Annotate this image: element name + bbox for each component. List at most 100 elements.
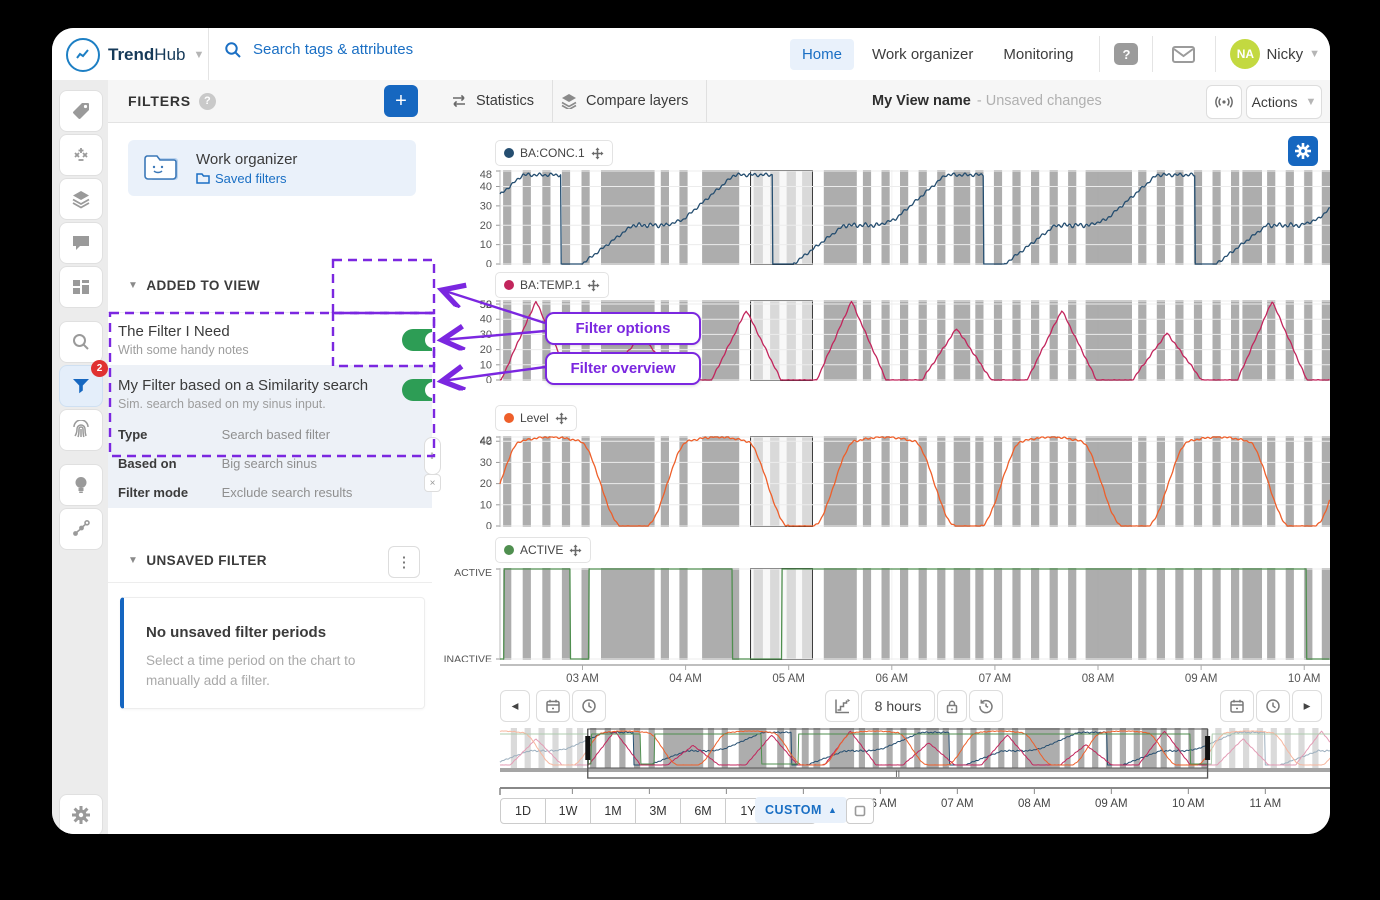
brand-caret-icon[interactable]: ▼ [193, 49, 204, 61]
user-avatar[interactable]: NA [1230, 39, 1260, 69]
chart-svg-level[interactable]: 42403020100 [432, 436, 1330, 529]
svg-text:04 AM: 04 AM [669, 673, 702, 685]
chart-svg-conc[interactable]: 48403020100 [432, 170, 1330, 267]
brush-grip[interactable]: II [895, 769, 900, 779]
filter-2-mode-row: Filter mode Exclude search results [118, 485, 352, 500]
move-icon[interactable] [569, 544, 582, 557]
unsaved-card-text: Select a time period on the chart to man… [146, 651, 402, 690]
expand-icon [854, 805, 866, 817]
tab-compare-layers[interactable]: Compare layers [542, 80, 707, 122]
added-to-view-section[interactable]: ▼ ADDED TO VIEW [128, 278, 260, 293]
range-1m[interactable]: 1M [590, 798, 636, 824]
section-divider [108, 582, 432, 583]
step-line-icon [834, 698, 851, 714]
lock-icon [945, 699, 959, 714]
work-organizer-card[interactable]: Work organizer Saved filters [128, 140, 416, 196]
actions-button[interactable]: Actions▼ [1246, 85, 1322, 119]
sidebar-item-dashboard[interactable] [59, 266, 103, 308]
panel-resize-handle[interactable]: ‖ [424, 437, 441, 475]
brush-handle-right[interactable] [1205, 736, 1210, 760]
pan-left-button[interactable]: ◂ [500, 690, 530, 722]
time-from-button[interactable] [572, 690, 606, 722]
sidebar-item-search[interactable] [59, 321, 103, 363]
expand-range-button[interactable] [846, 798, 874, 824]
range-1d[interactable]: 1D [500, 798, 546, 824]
nav-monitoring[interactable]: Monitoring [991, 39, 1085, 70]
sidebar-item-ideas[interactable] [59, 464, 103, 506]
filters-help-icon[interactable]: ? [199, 93, 216, 110]
idea-icon [71, 475, 91, 495]
move-icon[interactable] [555, 412, 568, 425]
calendar-from-button[interactable] [536, 690, 570, 722]
svg-text:10 AM: 10 AM [1172, 798, 1205, 810]
sidebar-item-settings[interactable] [59, 794, 103, 834]
messages-icon[interactable] [1171, 44, 1197, 64]
sidebar-item-filters[interactable]: 2 [59, 365, 103, 407]
time-to-button[interactable] [1256, 690, 1290, 722]
history-button[interactable] [969, 690, 1003, 722]
broadcast-button[interactable] [1206, 85, 1242, 119]
brush-handle-left[interactable] [585, 736, 590, 760]
global-search [224, 40, 555, 59]
filter-icon [71, 376, 91, 396]
legend-temp[interactable]: BA:TEMP.1 [495, 272, 609, 298]
calendar-to-button[interactable] [1220, 690, 1254, 722]
nav-home[interactable]: Home [790, 39, 854, 70]
filter-item-1[interactable]: The Filter I Need With some handy notes … [108, 312, 432, 366]
range-3m[interactable]: 3M [635, 798, 681, 824]
move-icon[interactable] [591, 147, 604, 160]
add-filter-button[interactable]: + [384, 85, 418, 117]
annotation-filter-overview: Filter overview [545, 352, 701, 385]
overview-svg[interactable]: II [432, 728, 1330, 786]
filter-2-subtitle: Sim. search based on my sinus input. [118, 397, 432, 411]
legend-dot-conc [504, 148, 514, 158]
sidebar-item-fingerprint[interactable] [59, 409, 103, 451]
actions-caret-icon: ▼ [1306, 96, 1317, 108]
sidebar-item-calculations[interactable] [59, 134, 103, 176]
help-icon[interactable]: ? [1114, 43, 1138, 65]
search-input[interactable] [251, 40, 555, 59]
legend-dot-temp [504, 280, 514, 290]
range-custom-button[interactable]: CUSTOM▲ [755, 797, 847, 823]
svg-text:40: 40 [480, 436, 492, 448]
nav-divider [1099, 36, 1100, 72]
statistics-swap-icon [450, 94, 468, 108]
svg-text:30: 30 [480, 200, 492, 212]
interpolation-button[interactable] [825, 690, 859, 722]
legend-conc[interactable]: BA:CONC.1 [495, 140, 613, 166]
sidebar-item-layers[interactable] [59, 178, 103, 220]
svg-text:0: 0 [486, 375, 492, 384]
range-1w[interactable]: 1W [545, 798, 591, 824]
svg-text:20: 20 [480, 220, 492, 232]
panel-close-button[interactable]: × [424, 474, 441, 492]
folder-icon [196, 172, 210, 184]
nav-divider3 [1215, 36, 1216, 72]
sidebar-item-comments[interactable] [59, 222, 103, 264]
duration-button[interactable]: 8 hours [861, 690, 935, 722]
chart-svg-active[interactable]: ACTIVEINACTIVE [432, 568, 1330, 662]
legend-level[interactable]: Level [495, 405, 577, 431]
lock-range-button[interactable] [937, 690, 967, 722]
move-icon[interactable] [587, 279, 600, 292]
range-6m[interactable]: 6M [680, 798, 726, 824]
tab-statistics[interactable]: Statistics [432, 80, 553, 122]
chart-settings-button[interactable] [1288, 136, 1318, 166]
svg-text:10: 10 [480, 499, 492, 511]
user-name[interactable]: Nicky [1266, 46, 1303, 63]
nav-work-organizer[interactable]: Work organizer [860, 39, 985, 70]
saved-filters-link[interactable]: Saved filters [196, 171, 297, 186]
user-menu-caret-icon[interactable]: ▼ [1309, 48, 1320, 60]
unsaved-card-title: No unsaved filter periods [146, 624, 424, 641]
unsaved-filter-menu-button[interactable]: ⋮ [388, 546, 420, 578]
legend-label-conc: BA:CONC.1 [520, 146, 585, 160]
sidebar-item-tags[interactable] [59, 90, 103, 132]
folder-smiley-icon [140, 148, 184, 188]
legend-active[interactable]: ACTIVE [495, 537, 591, 563]
pan-right-button[interactable]: ▸ [1292, 690, 1322, 722]
collapse-triangle-icon: ▼ [128, 280, 138, 291]
sidebar-item-connections[interactable] [59, 508, 103, 550]
filter-item-2[interactable]: My Filter based on a Similarity search S… [108, 365, 432, 508]
unsaved-filter-section[interactable]: ▼ UNSAVED FILTER [128, 553, 267, 568]
legend-dot-level [504, 413, 514, 423]
app-logo[interactable]: TrendHub ▼ [66, 38, 204, 72]
